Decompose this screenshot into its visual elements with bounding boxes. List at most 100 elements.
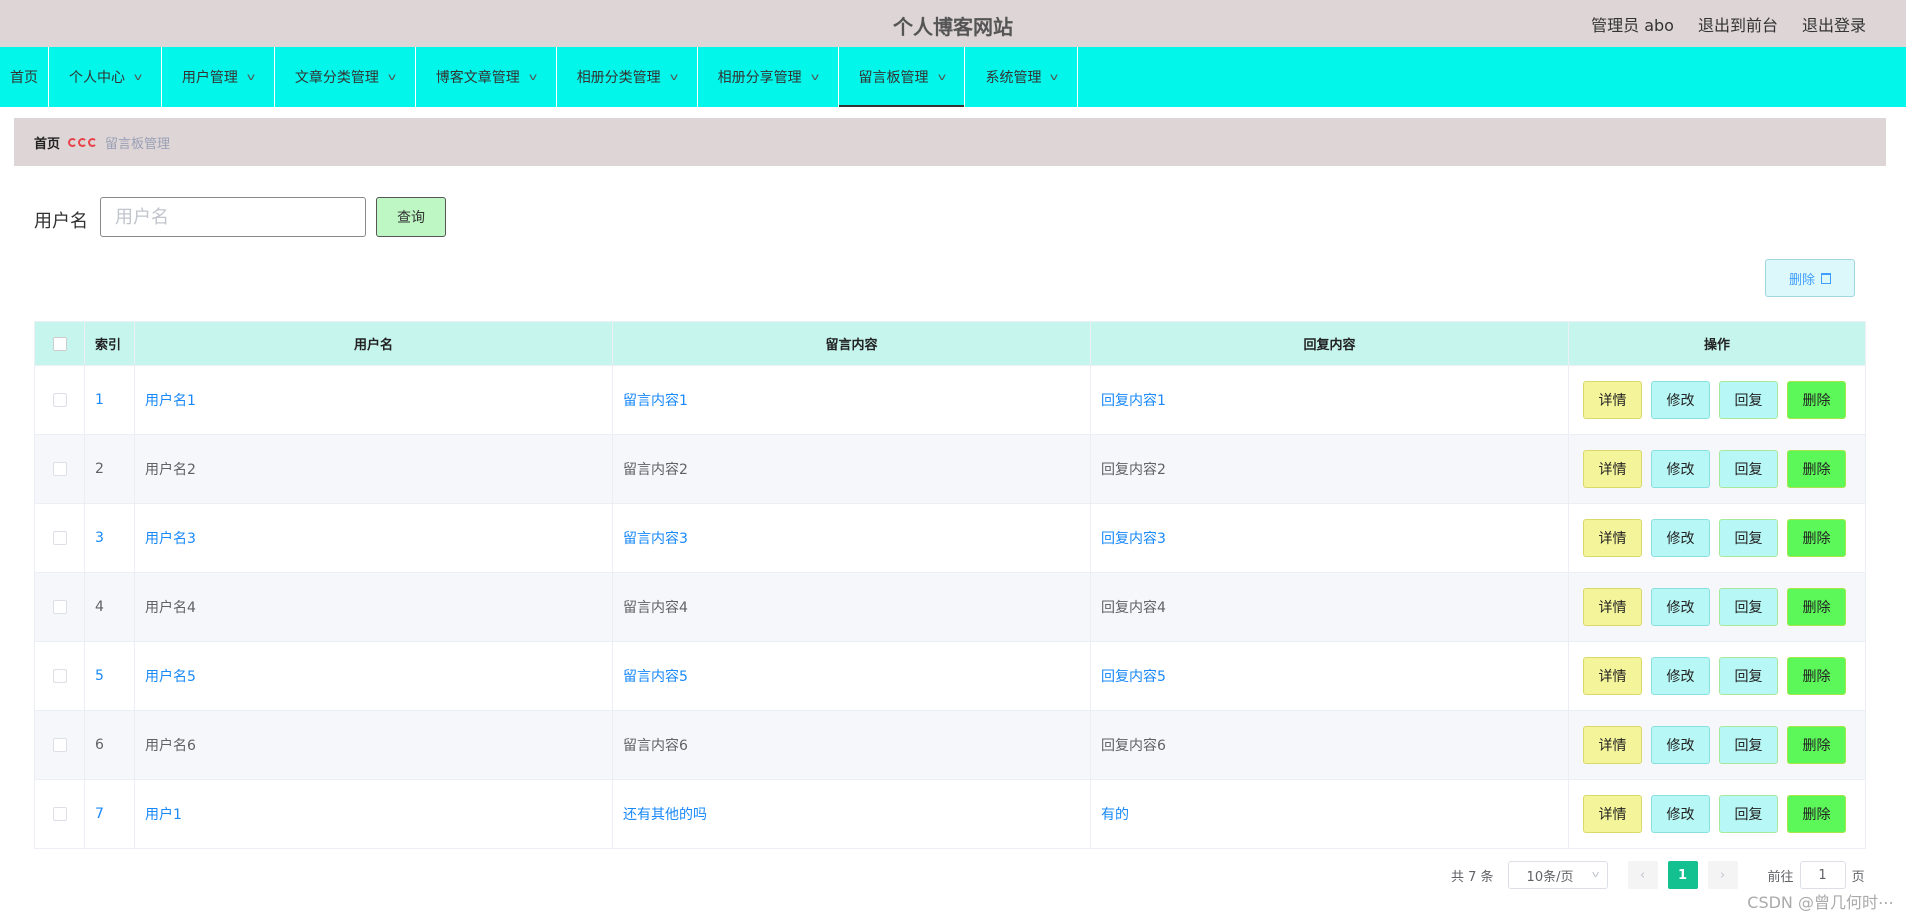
detail-button[interactable]: 详情: [1583, 657, 1642, 695]
goto-page-input[interactable]: [1799, 861, 1846, 889]
table-header-row: 索引 用户名 留言内容 回复内容 操作: [34, 321, 1866, 366]
bulk-delete-button[interactable]: 删除: [1765, 259, 1855, 297]
detail-button[interactable]: 详情: [1583, 519, 1642, 557]
page-suffix: 页: [1851, 869, 1865, 885]
row-checkbox[interactable]: [52, 393, 67, 407]
cell-index: 1: [84, 365, 135, 435]
cell-ops: 详情 修改 回复 删除: [1568, 641, 1866, 711]
nav-item-album-share[interactable]: 相册分享管理 v: [698, 47, 839, 107]
admin-label: 管理员 abo: [1591, 16, 1674, 35]
delete-button[interactable]: 删除: [1787, 795, 1846, 833]
cell-message: 留言内容3: [612, 503, 1091, 573]
column-header-reply: 回复内容: [1090, 321, 1569, 366]
detail-button[interactable]: 详情: [1583, 381, 1642, 419]
cell-username: 用户名6: [134, 710, 613, 780]
reply-button[interactable]: 回复: [1719, 450, 1778, 488]
edit-button[interactable]: 修改: [1651, 726, 1710, 764]
nav-item-message-board[interactable]: 留言板管理 v: [838, 47, 966, 107]
edit-button[interactable]: 修改: [1651, 519, 1710, 557]
nav-item-system[interactable]: 系统管理 v: [965, 47, 1079, 107]
detail-button[interactable]: 详情: [1583, 795, 1642, 833]
chevron-down-icon: v: [528, 71, 537, 83]
reply-button[interactable]: 回复: [1719, 726, 1778, 764]
detail-button[interactable]: 详情: [1583, 726, 1642, 764]
delete-button[interactable]: 删除: [1787, 450, 1846, 488]
chevron-down-icon: v: [669, 71, 678, 83]
reply-button[interactable]: 回复: [1719, 795, 1778, 833]
edit-button[interactable]: 修改: [1651, 381, 1710, 419]
delete-button[interactable]: 删除: [1787, 519, 1846, 557]
nav-item-users[interactable]: 用户管理 v: [162, 47, 275, 107]
cell-username: 用户名1: [134, 365, 613, 435]
delete-button[interactable]: 删除: [1787, 381, 1846, 419]
reply-button[interactable]: 回复: [1719, 657, 1778, 695]
top-header: 个人博客网站 管理员 abo 退出到前台 退出登录: [0, 0, 1906, 47]
nav-item-blog-articles[interactable]: 博客文章管理 v: [416, 47, 557, 107]
cell-index: 2: [84, 434, 135, 504]
row-checkbox[interactable]: [52, 462, 67, 476]
nav-label: 相册分享管理: [717, 70, 802, 86]
logout-link[interactable]: 退出登录: [1802, 12, 1866, 36]
nav-label: 系统管理: [985, 70, 1042, 86]
delete-button[interactable]: 删除: [1787, 657, 1846, 695]
prev-page-button[interactable]: ‹: [1627, 861, 1658, 889]
page-size-select[interactable]: 10条/页 v: [1507, 861, 1608, 889]
table-row: 1 用户名1 留言内容1 回复内容1 详情 修改 回复 删除: [34, 365, 1866, 435]
nav-label: 个人中心: [69, 70, 125, 86]
username-search-input[interactable]: [100, 197, 366, 237]
cell-index: 4: [84, 572, 135, 642]
chevron-down-icon: v: [246, 71, 256, 83]
select-all-checkbox[interactable]: [52, 336, 67, 351]
cell-username: 用户名3: [134, 503, 613, 573]
row-checkbox[interactable]: [52, 669, 67, 683]
cell-reply: 回复内容3: [1090, 503, 1569, 573]
breadcrumb-home[interactable]: 首页: [34, 133, 60, 152]
cell-reply: 回复内容4: [1090, 572, 1569, 642]
cell-ops: 详情 修改 回复 删除: [1568, 779, 1866, 849]
cell-reply: 回复内容1: [1090, 365, 1569, 435]
row-checkbox[interactable]: [52, 807, 67, 821]
nav-label: 用户管理: [181, 70, 238, 86]
goto-label: 前往: [1767, 869, 1794, 885]
chevron-down-icon: v: [810, 71, 819, 83]
breadcrumb: 首页 留言板管理: [14, 118, 1886, 166]
nav-label: 文章分类管理: [294, 70, 379, 86]
nav-item-home[interactable]: 首页: [0, 47, 49, 107]
cell-ops: 详情 修改 回复 删除: [1568, 710, 1866, 780]
row-checkbox-cell: [34, 572, 85, 642]
reply-button[interactable]: 回复: [1719, 519, 1778, 557]
cell-message: 留言内容2: [612, 434, 1091, 504]
chevron-down-icon: v: [387, 71, 396, 83]
detail-button[interactable]: 详情: [1583, 588, 1642, 626]
row-checkbox[interactable]: [52, 600, 67, 614]
edit-button[interactable]: 修改: [1651, 450, 1710, 488]
cell-index: 3: [84, 503, 135, 573]
reply-button[interactable]: 回复: [1719, 381, 1778, 419]
row-checkbox[interactable]: [52, 738, 67, 752]
detail-button[interactable]: 详情: [1583, 450, 1642, 488]
edit-button[interactable]: 修改: [1651, 657, 1710, 695]
nav-item-profile[interactable]: 个人中心 v: [49, 47, 162, 107]
cell-message: 留言内容6: [612, 710, 1091, 780]
to-front-link[interactable]: 退出到前台: [1698, 12, 1778, 36]
nav-item-album-category[interactable]: 相册分类管理 v: [557, 47, 698, 107]
next-page-button[interactable]: ›: [1707, 861, 1738, 889]
chevron-down-icon: v: [1592, 870, 1600, 880]
reply-button[interactable]: 回复: [1719, 588, 1778, 626]
cell-ops: 详情 修改 回复 删除: [1568, 572, 1866, 642]
edit-button[interactable]: 修改: [1651, 795, 1710, 833]
row-checkbox[interactable]: [52, 531, 67, 545]
cell-username: 用户名2: [134, 434, 613, 504]
page-number-current[interactable]: 1: [1667, 861, 1698, 889]
search-button[interactable]: 查询: [376, 197, 446, 237]
nav-item-article-category[interactable]: 文章分类管理 v: [275, 47, 416, 107]
row-checkbox-cell: [34, 779, 85, 849]
table-row: 4 用户名4 留言内容4 回复内容4 详情 修改 回复 删除: [34, 572, 1866, 642]
main-nav: 首页 个人中心 v 用户管理 v 文章分类管理 v 博客文章管理 v 相册分类管理 v 相…: [0, 47, 1906, 107]
delete-button[interactable]: 删除: [1787, 726, 1846, 764]
top-links: 管理员 abo 退出到前台 退出登录: [1591, 12, 1866, 36]
delete-button[interactable]: 删除: [1787, 588, 1846, 626]
edit-button[interactable]: 修改: [1651, 588, 1710, 626]
table-row: 5 用户名5 留言内容5 回复内容5 详情 修改 回复 删除: [34, 641, 1866, 711]
cell-index: 5: [84, 641, 135, 711]
